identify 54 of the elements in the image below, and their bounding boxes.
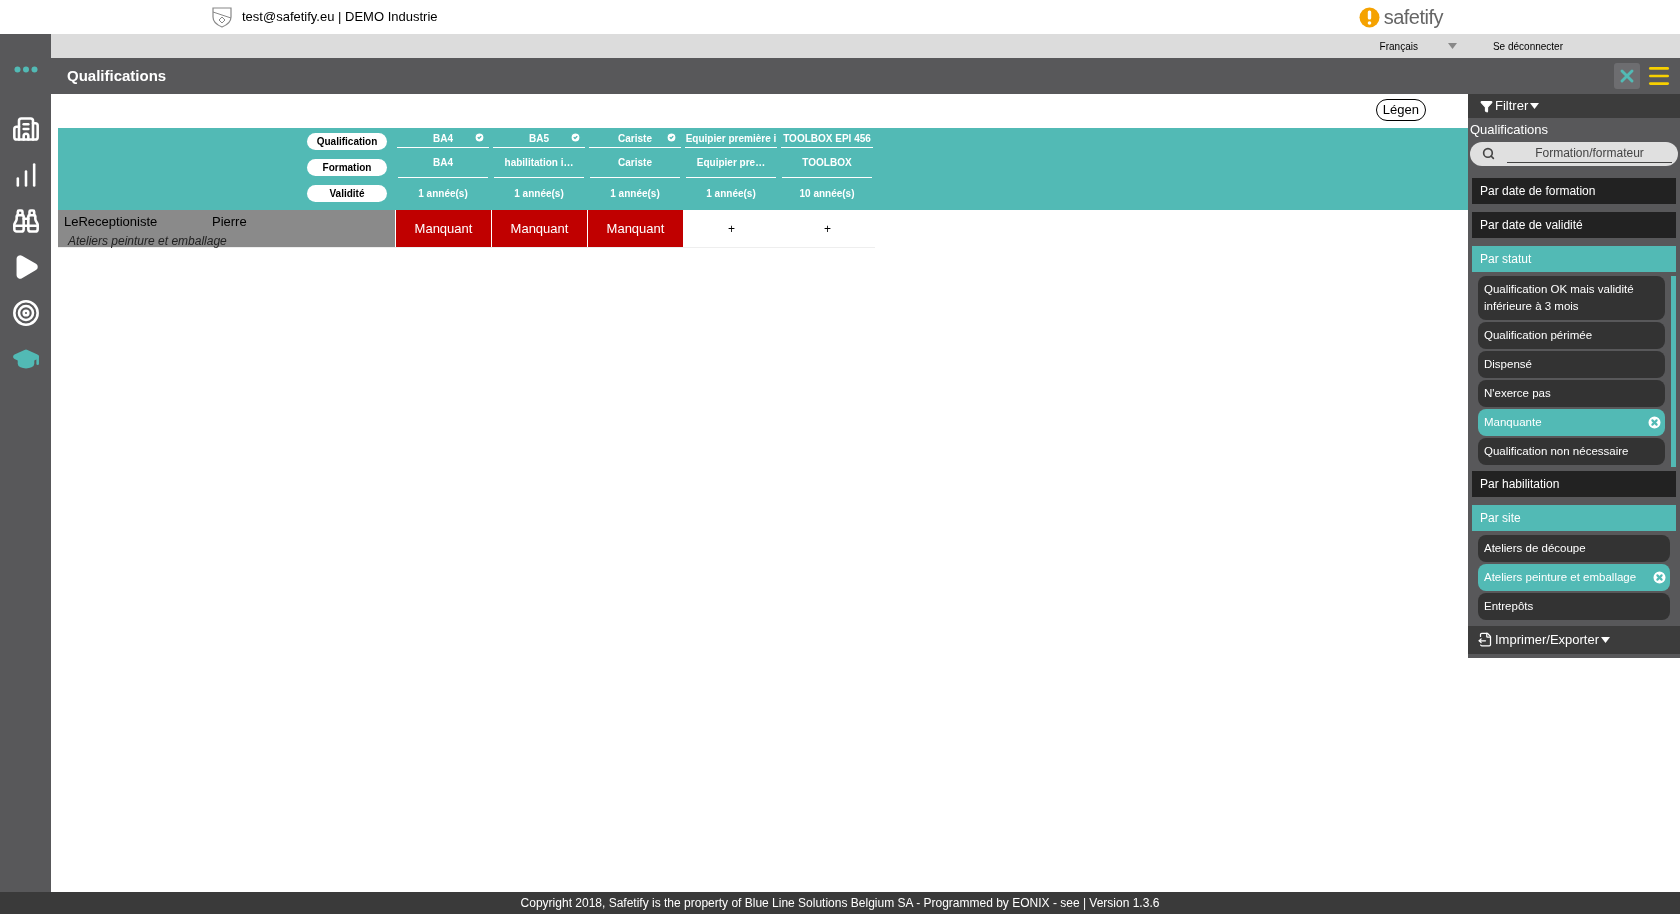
shield-logo-icon: [212, 6, 232, 28]
column-heading: BA4: [433, 132, 453, 146]
filter-option[interactable]: N'exerce pas: [1478, 379, 1665, 407]
column-heading: Cariste: [618, 132, 652, 146]
status-cell[interactable]: Manquant: [396, 210, 491, 247]
language-select[interactable]: Français: [1379, 38, 1457, 54]
filter-option[interactable]: Dispensé: [1478, 350, 1665, 378]
formation-label: Equipier pre…: [696, 156, 766, 170]
status-cell[interactable]: Manquant: [492, 210, 587, 247]
target-icon[interactable]: [11, 299, 40, 327]
column-heading: BA5: [529, 132, 549, 146]
section-title: Qualifications: [1469, 121, 1550, 139]
caret-icon: [1447, 43, 1457, 49]
filter-group-header[interactable]: Par date de validité: [1472, 211, 1676, 238]
search-icon: [1482, 147, 1495, 160]
account-label: test@safetify.eu | DEMO Industrie: [242, 8, 438, 27]
column-heading: Equipier première i: [685, 132, 777, 146]
filter-option[interactable]: Ateliers de découpe: [1478, 534, 1670, 562]
filter-option[interactable]: Qualification non nécessaire: [1478, 437, 1665, 465]
filter-group-header[interactable]: Par habilitation: [1472, 470, 1676, 497]
site-name: Ateliers peinture et emballage: [66, 232, 228, 250]
validity-label: 1 année(s): [610, 186, 660, 201]
brand-name: safetify: [1383, 5, 1443, 30]
filter-icon: [1480, 99, 1493, 113]
first-name: Pierre: [212, 213, 247, 231]
binoculars-icon[interactable]: [11, 207, 40, 235]
validity-label: 1 année(s): [514, 186, 564, 201]
copyright-text: Copyright 2018, Safetify is the property of Blue Line Solutions Belgium SA - Programmed by EONIX - see | Version 1.3.6: [520, 895, 1160, 912]
filter-option[interactable]: Entrepôts: [1478, 592, 1670, 620]
filter-group-header[interactable]: Par date de formation: [1472, 177, 1676, 204]
column-heading: TOOLBOX EPI 456: [783, 132, 871, 146]
formation-label: habilitation i…: [504, 156, 574, 170]
filter-option[interactable]: Qualification périmée: [1478, 321, 1665, 349]
row-label: Formation: [307, 159, 387, 176]
status-cell[interactable]: Manquant: [588, 210, 683, 247]
validity-label: 1 année(s): [418, 186, 468, 201]
formation-label: Cariste: [618, 156, 652, 170]
buildings-icon[interactable]: [11, 115, 40, 143]
validity-label: 10 année(s): [799, 186, 855, 201]
row-label: Validité: [307, 185, 387, 202]
logout-link[interactable]: Se déconnecter: [1492, 38, 1563, 54]
validity-label: 1 année(s): [706, 186, 756, 201]
more-icon[interactable]: [13, 66, 38, 73]
formation-label: BA4: [433, 156, 453, 170]
filter-option[interactable]: Qualification OK mais validité inférieure à 3 mois: [1478, 275, 1665, 320]
file-export-icon: [1478, 632, 1493, 647]
search-field[interactable]: Formation/formateur: [1470, 141, 1678, 166]
page-title: Qualifications: [67, 65, 167, 86]
last-name: LeReceptioniste: [64, 213, 159, 231]
formation-label: TOOLBOX: [802, 156, 852, 170]
safetify-logo-icon: [1358, 6, 1380, 28]
caret-icon: [1530, 103, 1540, 109]
row-label: Qualification: [307, 133, 387, 150]
caret-icon: [1601, 636, 1611, 643]
